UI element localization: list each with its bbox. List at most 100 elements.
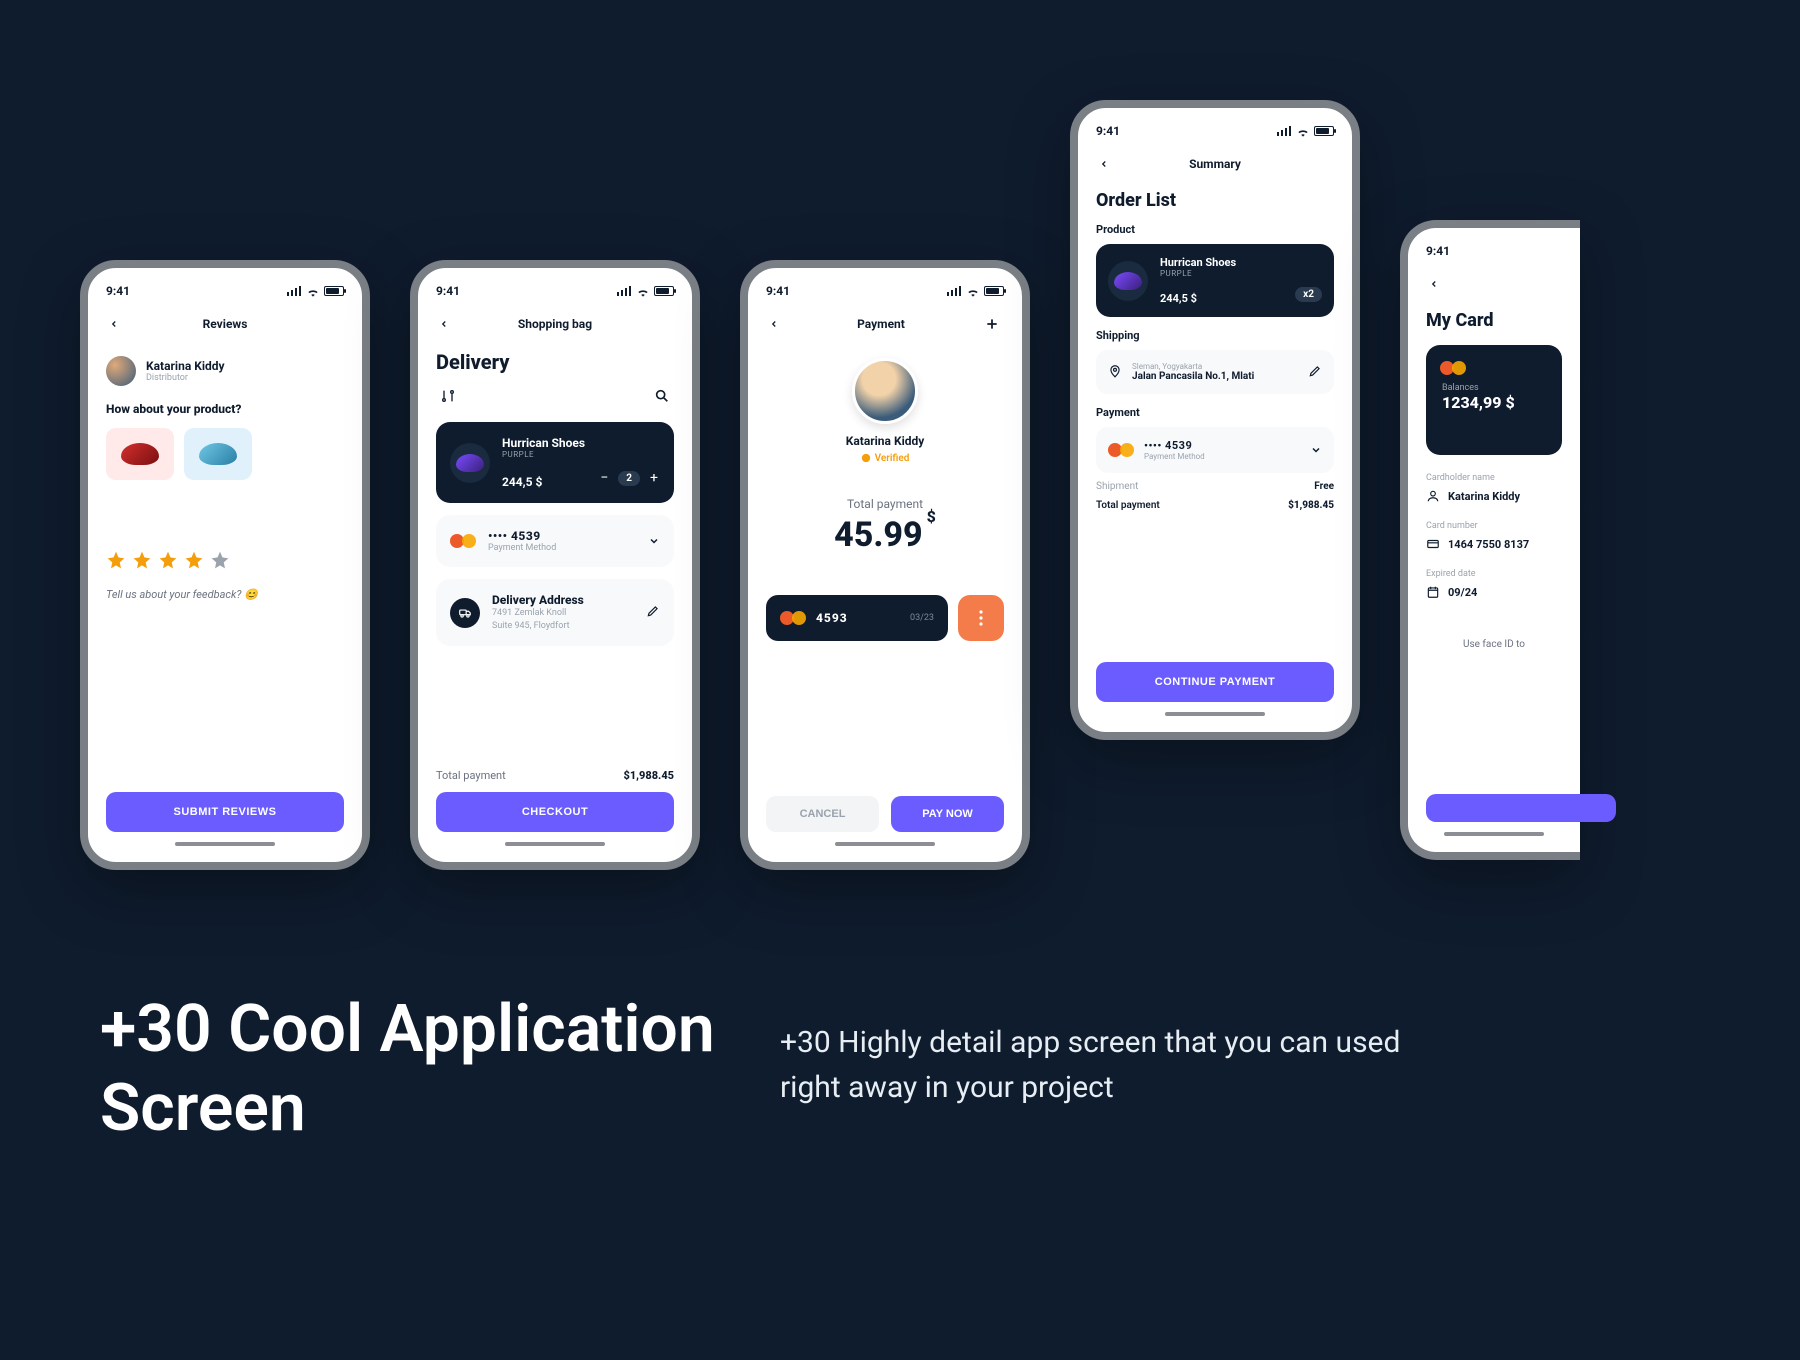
home-indicator <box>1444 832 1544 836</box>
selected-card[interactable]: 4593 03/23 <box>766 595 948 641</box>
product-price: 244,5 $ <box>502 475 542 489</box>
field-label-holder: Cardholder name <box>1426 473 1562 483</box>
continue-payment-button[interactable]: CONTINUE PAYMENT <box>1096 662 1334 702</box>
marketing-subline: +30 Highly detail app screen that you ca… <box>780 1020 1420 1110</box>
page-title: Summary <box>1189 157 1241 171</box>
search-button[interactable] <box>650 384 674 408</box>
signal-icon <box>947 286 962 296</box>
mastercard-icon <box>1108 441 1134 459</box>
signal-icon <box>617 286 632 296</box>
submit-reviews-button[interactable]: SUBMIT REVIEWS <box>106 792 344 832</box>
status-bar: 9:41 <box>436 282 674 300</box>
chevron-down-icon[interactable] <box>648 532 660 551</box>
wifi-icon <box>1296 126 1310 136</box>
back-button[interactable] <box>436 316 452 332</box>
mastercard-icon <box>450 532 476 550</box>
wifi-icon <box>306 286 320 296</box>
section-heading: Delivery <box>436 350 674 374</box>
cart-item-card[interactable]: Hurrican Shoes PURPLE 244,5 $ − 2 + <box>436 422 674 503</box>
reviewer-role: Distributor <box>146 373 225 383</box>
star-icon[interactable] <box>132 550 152 574</box>
battery-icon <box>1314 126 1334 136</box>
payment-sub: Payment Method <box>1144 452 1300 461</box>
order-item-card[interactable]: Hurrican Shoes PURPLE 244,5 $ x2 <box>1096 244 1334 317</box>
edit-button[interactable] <box>646 603 660 622</box>
cancel-button[interactable]: CANCEL <box>766 796 879 832</box>
address-title: Delivery Address <box>492 593 584 607</box>
shipping-address: Jalan Pancasila No.1, Mlati <box>1132 371 1298 382</box>
address-line1: 7491 Zemlak Knoll <box>492 607 584 620</box>
verified-badge: Verified <box>861 453 910 464</box>
delivery-address-card[interactable]: Delivery Address 7491 Zemlak Knoll Suite… <box>436 579 674 646</box>
battery-icon <box>324 286 344 296</box>
minus-button[interactable]: − <box>598 470 610 486</box>
card-icon <box>1426 537 1440 551</box>
credit-card[interactable]: Balances 1234,99 $ <box>1426 345 1562 455</box>
card-last4: •••• 4539 <box>488 529 556 543</box>
marketing-headline: +30 Cool Application Screen <box>100 990 860 1148</box>
cardholder-field[interactable]: Katarina Kiddy <box>1426 489 1562 503</box>
label-shipping: Shipping <box>1096 329 1334 342</box>
phone-shopping-bag: 9:41 Shopping bag Delivery Hurrican Shoe… <box>410 260 700 870</box>
back-button[interactable] <box>106 316 122 332</box>
product-name: Hurrican Shoes <box>502 436 660 450</box>
edit-button[interactable] <box>1308 363 1322 382</box>
user-icon <box>1426 489 1440 503</box>
product-name: Hurrican Shoes <box>1160 256 1322 269</box>
rating-stars[interactable] <box>106 550 344 574</box>
product-variant: PURPLE <box>1160 269 1322 278</box>
wifi-icon <box>636 286 650 296</box>
back-button[interactable] <box>766 316 782 332</box>
total-label: Total payment <box>436 769 506 782</box>
avatar <box>852 358 918 424</box>
product-thumb[interactable] <box>184 428 252 480</box>
star-icon[interactable] <box>158 550 178 574</box>
add-button[interactable] <box>980 312 1004 336</box>
shipping-card[interactable]: Sleman, Yogyakarta Jalan Pancasila No.1,… <box>1096 350 1334 394</box>
shipping-region: Sleman, Yogyakarta <box>1132 362 1298 371</box>
product-price: 244,5 $ <box>1160 292 1197 305</box>
balance-label: Balances <box>1442 383 1546 393</box>
total-amount: 45.99$ <box>834 515 936 555</box>
reviewer-name: Katarina Kiddy <box>146 359 225 373</box>
card-last4: 4593 <box>816 611 848 625</box>
chevron-down-icon[interactable] <box>1310 441 1322 460</box>
back-button[interactable] <box>1096 156 1112 172</box>
page-title: Payment <box>857 317 905 331</box>
status-bar: 9:41 <box>1096 122 1334 140</box>
back-button[interactable] <box>1426 276 1442 292</box>
product-thumb <box>450 443 490 483</box>
qty-badge: x2 <box>1295 287 1322 302</box>
status-time: 9:41 <box>436 284 460 298</box>
battery-icon <box>654 286 674 296</box>
field-label-exp: Expired date <box>1426 569 1562 579</box>
primary-action-button[interactable] <box>1426 794 1616 822</box>
expiry-field[interactable]: 09/24 <box>1426 585 1562 599</box>
payment-card[interactable]: •••• 4539 Payment Method <box>1096 427 1334 473</box>
filter-button[interactable] <box>436 384 460 408</box>
product-variant: PURPLE <box>502 450 660 459</box>
truck-icon <box>450 598 480 628</box>
checkout-button[interactable]: CHECKOUT <box>436 792 674 832</box>
star-icon[interactable] <box>210 550 230 574</box>
card-number-field[interactable]: 1464 7550 8137 <box>1426 537 1562 551</box>
plus-button[interactable]: + <box>648 470 660 486</box>
card-expiry: 03/23 <box>910 613 934 623</box>
wifi-icon <box>966 286 980 296</box>
home-indicator <box>505 842 605 846</box>
qty-stepper[interactable]: − 2 + <box>598 470 660 486</box>
home-indicator <box>835 842 935 846</box>
more-button[interactable] <box>958 595 1004 641</box>
product-thumb[interactable] <box>106 428 174 480</box>
pay-now-button[interactable]: PAY NOW <box>891 796 1004 832</box>
label-payment: Payment <box>1096 406 1334 419</box>
card-last4: •••• 4539 <box>1144 439 1300 452</box>
payment-sub: Payment Method <box>488 543 556 553</box>
signal-icon <box>287 286 302 296</box>
star-icon[interactable] <box>184 550 204 574</box>
star-icon[interactable] <box>106 550 126 574</box>
field-label-number: Card number <box>1426 521 1562 531</box>
payment-method-card[interactable]: •••• 4539 Payment Method <box>436 515 674 567</box>
signal-icon <box>1277 126 1292 136</box>
feedback-prompt[interactable]: Tell us about your feedback? 😊 <box>106 588 344 601</box>
